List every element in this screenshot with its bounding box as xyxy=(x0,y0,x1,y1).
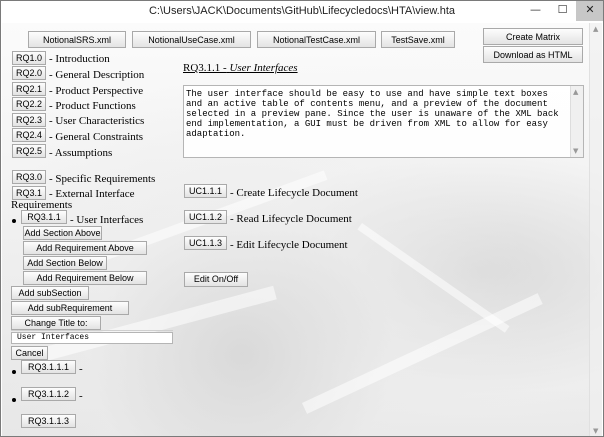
use-case-button[interactable]: UC1.1.1 xyxy=(184,184,227,198)
use-case-label: - Read Lifecycle Document xyxy=(230,213,352,225)
requirement-button[interactable]: RQ1.0 xyxy=(12,51,46,65)
page-title: RQ3.1.1 - User Interfaces xyxy=(183,62,298,74)
client-area: NotionalSRS.xml NotionalUseCase.xml Noti… xyxy=(2,23,602,436)
page-title-id: RQ3.1.1 - xyxy=(183,62,227,74)
requirement-label: - User Characteristics xyxy=(49,115,145,127)
description-text: The user interface should be easy to use… xyxy=(186,89,559,139)
bullet-icon xyxy=(12,219,16,223)
scroll-up-icon[interactable]: ▲ xyxy=(593,25,598,33)
app-window: C:\Users\JACK\Documents\GitHub\Lifecycle… xyxy=(0,0,604,437)
download-html-button[interactable]: Download as HTML xyxy=(483,46,583,63)
requirement-button[interactable]: RQ2.3 xyxy=(12,113,46,127)
requirement-label: - Introduction xyxy=(49,53,110,65)
cancel-button[interactable]: Cancel xyxy=(11,346,48,360)
close-icon[interactable]: ✕ xyxy=(576,1,603,21)
use-case-label: - Edit Lifecycle Document xyxy=(230,239,348,251)
use-case-button[interactable]: UC1.1.3 xyxy=(184,236,227,250)
title-bar: C:\Users\JACK\Documents\GitHub\Lifecycle… xyxy=(1,1,603,23)
minimize-icon[interactable]: — xyxy=(522,1,549,21)
window-title: C:\Users\JACK\Documents\GitHub\Lifecycle… xyxy=(148,5,456,17)
use-case-label: - Create Lifecycle Document xyxy=(230,187,358,199)
title-input[interactable]: User Interfaces xyxy=(11,332,173,344)
child-requirement-button[interactable]: RQ3.1.1.1 xyxy=(21,360,76,374)
file-button-notional-srs[interactable]: NotionalSRS.xml xyxy=(28,31,126,48)
requirement-button[interactable]: RQ2.0 xyxy=(12,66,46,80)
file-button-notional-use-case[interactable]: NotionalUseCase.xml xyxy=(132,31,251,48)
requirement-button[interactable]: RQ2.4 xyxy=(12,128,46,142)
background-streak xyxy=(302,293,543,414)
change-title-button[interactable]: Change Title to: xyxy=(11,316,101,330)
requirement-button[interactable]: RQ2.2 xyxy=(12,97,46,111)
child-requirement-label: - xyxy=(79,390,83,402)
requirement-label: - General Description xyxy=(49,69,145,81)
description-textarea[interactable]: The user interface should be easy to use… xyxy=(183,85,584,158)
add-section-above-button[interactable]: Add Section Above xyxy=(23,226,102,240)
selected-requirement-button[interactable]: RQ3.1.1 xyxy=(21,210,67,224)
create-matrix-button[interactable]: Create Matrix xyxy=(483,28,583,45)
requirement-button[interactable]: RQ2.5 xyxy=(12,144,46,158)
add-requirement-above-button[interactable]: Add Requirement Above xyxy=(23,241,147,255)
child-requirement-button[interactable]: RQ3.1.1.2 xyxy=(21,387,76,401)
textarea-scrollbar[interactable]: ▲ ▼ xyxy=(570,86,583,157)
requirement-label: - Assumptions xyxy=(49,147,113,159)
use-case-button[interactable]: UC1.1.2 xyxy=(184,210,227,224)
add-subsection-button[interactable]: Add subSection xyxy=(11,286,89,300)
child-requirement-label: - xyxy=(79,363,83,375)
requirement-label: - Product Functions xyxy=(49,100,136,112)
requirement-label: - Specific Requirements xyxy=(49,173,156,185)
divider xyxy=(11,330,173,331)
edit-toggle-button[interactable]: Edit On/Off xyxy=(184,272,248,287)
scroll-down-icon[interactable]: ▼ xyxy=(573,146,578,156)
file-button-notional-test-case[interactable]: NotionalTestCase.xml xyxy=(257,31,376,48)
scroll-up-icon[interactable]: ▲ xyxy=(573,87,578,97)
add-requirement-below-button[interactable]: Add Requirement Below xyxy=(23,271,147,285)
requirement-button[interactable]: RQ2.1 xyxy=(12,82,46,96)
bullet-icon xyxy=(12,370,16,374)
requirement-button[interactable]: RQ3.1 xyxy=(12,186,46,200)
add-section-below-button[interactable]: Add Section Below xyxy=(23,256,107,270)
page-title-text: User Interfaces xyxy=(229,62,298,74)
child-requirement-button[interactable]: RQ3.1.1.3 xyxy=(21,414,76,428)
bullet-icon xyxy=(12,398,16,402)
add-subrequirement-button[interactable]: Add subRequirement xyxy=(11,301,129,315)
requirement-button[interactable]: RQ3.0 xyxy=(12,170,46,184)
requirement-label: - General Constraints xyxy=(49,131,144,143)
maximize-icon[interactable]: ☐ xyxy=(549,1,576,21)
page-scrollbar[interactable]: ▲ ▼ xyxy=(589,23,602,436)
scroll-down-icon[interactable]: ▼ xyxy=(593,427,598,435)
selected-requirement-label: - User Interfaces xyxy=(70,214,144,226)
requirement-label: - Product Perspective xyxy=(49,85,144,97)
file-button-test-save[interactable]: TestSave.xml xyxy=(381,31,455,48)
